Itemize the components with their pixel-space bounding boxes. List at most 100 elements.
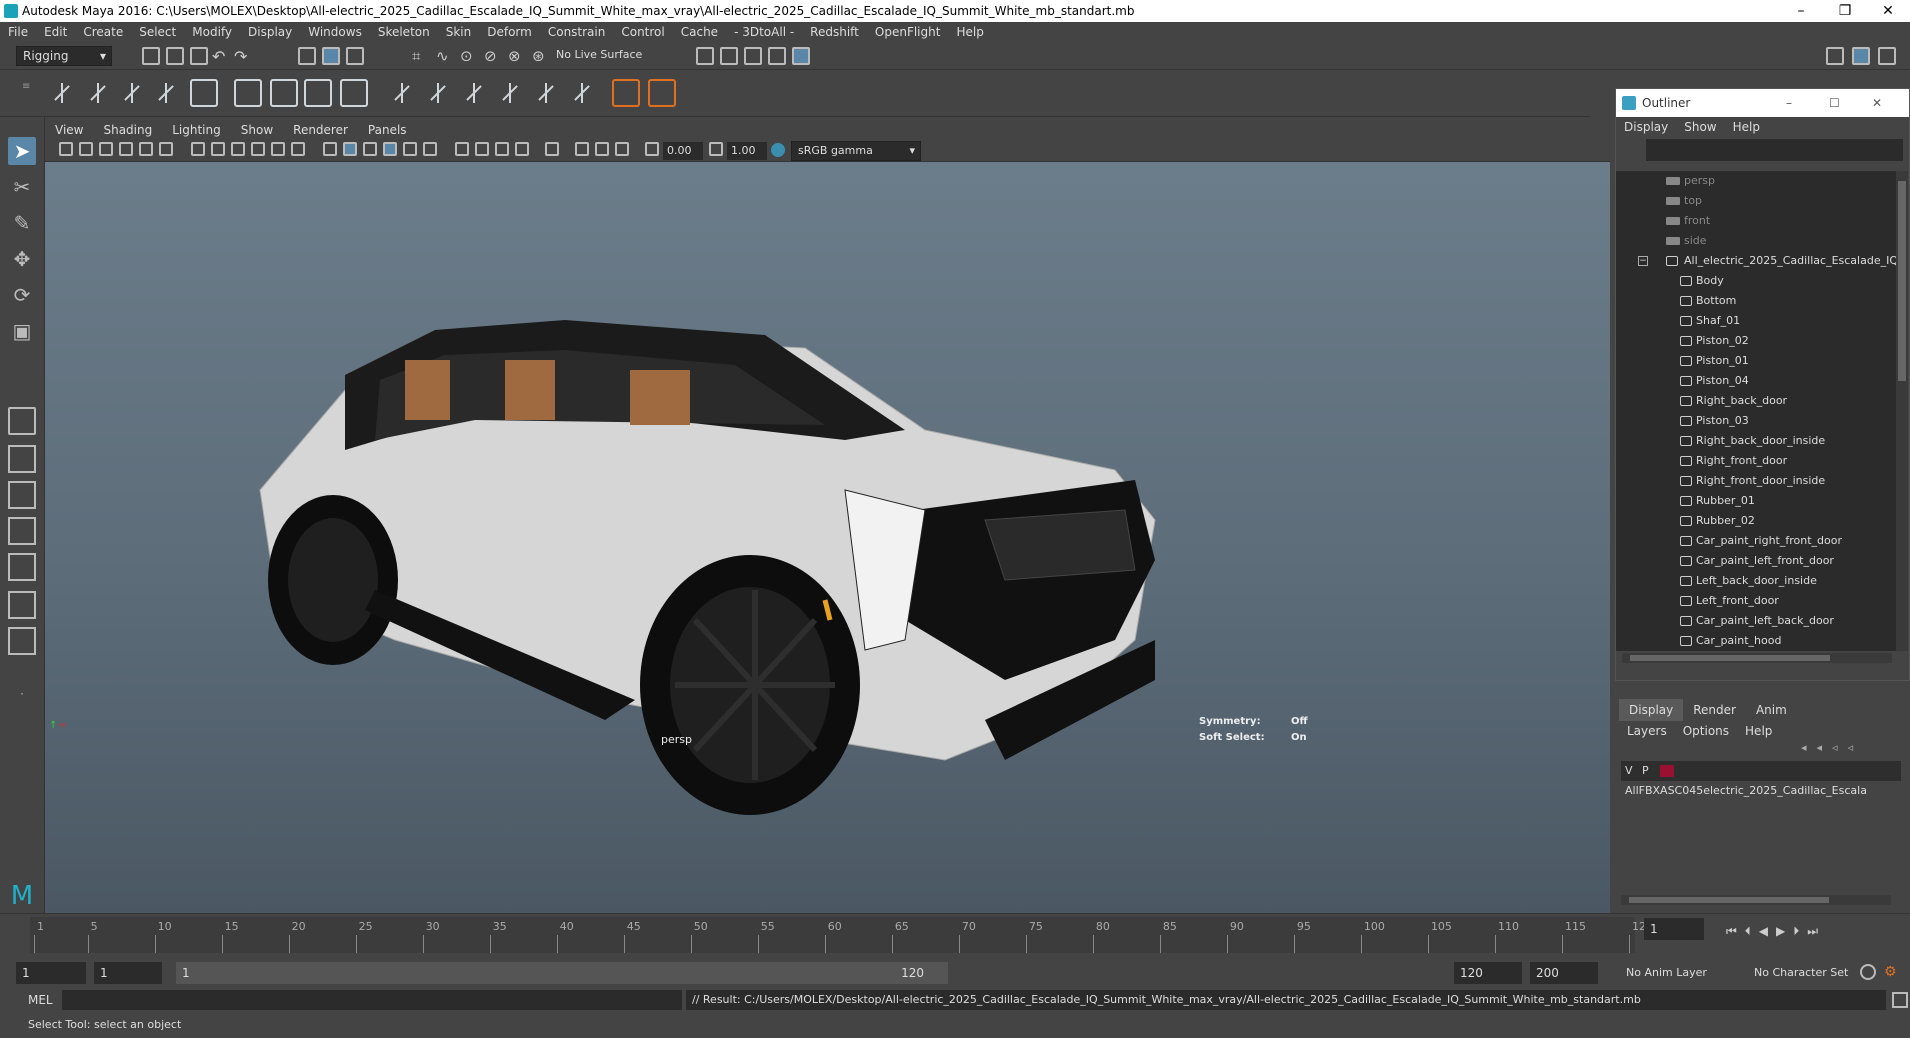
command-language-label[interactable]: MEL [28,988,53,1012]
outliner-hscrollbar[interactable] [1622,653,1892,663]
undo-icon[interactable]: ↶ [212,47,230,66]
wireframe-on-shaded-icon[interactable] [363,142,377,156]
layer-playback-toggle[interactable]: P [1636,764,1649,777]
menu-select[interactable]: Select [131,22,184,43]
smooth-shade-icon[interactable] [343,142,357,156]
xray-components-icon[interactable] [615,142,629,156]
move-tool-icon[interactable]: ✥ [8,247,36,275]
motion-blur-icon[interactable] [475,142,489,156]
outliner-mesh-item[interactable]: Right_front_door_inside [1616,471,1896,491]
menu-skin[interactable]: Skin [438,22,480,43]
safe-action-icon[interactable] [291,142,305,156]
vp-menu-view[interactable]: View [45,120,83,140]
outliner-close-button[interactable]: ✕ [1872,89,1882,117]
menu-modify[interactable]: Modify [184,22,240,43]
anim-prefs-icon[interactable]: ⚙ [1884,964,1900,980]
time-slider[interactable]: 1 5 10 15 20 25 30 35 40 45 50 55 60 65 70 75 80 85 90 95 10… [0,913,1910,958]
playback-end-field[interactable]: 120 [1454,962,1522,984]
wrap-deformer-icon[interactable] [304,79,332,107]
menu-file[interactable]: File [0,22,36,43]
menu-create[interactable]: Create [75,22,131,43]
outliner-maximize-button[interactable]: ☐ [1829,89,1840,117]
gamma-icon[interactable] [709,142,723,156]
shadows-icon[interactable] [423,142,437,156]
layer-name[interactable]: AllFBXASC045electric_2025_Cadillac_Escal… [1621,784,1867,797]
outliner-group-item[interactable]: − All_electric_2025_Cadillac_Escalade_IQ_… [1616,251,1896,271]
layer-visibility-toggle[interactable]: V [1621,764,1633,777]
isolate-select-icon[interactable] [545,142,559,156]
redo-icon[interactable]: ↷ [234,47,252,66]
start-frame-field[interactable]: 1 [16,962,86,984]
exposure-icon[interactable] [645,142,659,156]
playback-controls[interactable]: ⏮⏴◀▶⏵⏭ [1726,924,1826,939]
select-hierarchy-icon[interactable] [298,47,316,65]
layer-menu-options[interactable]: Options [1675,724,1737,738]
outliner-camera-item[interactable]: persp [1616,171,1896,191]
outliner-camera-item[interactable]: side [1616,231,1896,251]
close-button[interactable]: ✕ [1866,0,1910,22]
outliner-mesh-item[interactable]: Rubber_02 [1616,511,1896,531]
persp-outliner-layout-icon[interactable] [8,481,36,509]
render-settings-icon[interactable] [768,47,786,65]
outliner-mesh-item[interactable]: Right_back_door_inside [1616,431,1896,451]
paint-select-icon[interactable]: ✎ [8,211,36,239]
orient-constraint-icon[interactable] [460,79,488,107]
gamma-field[interactable]: 1.00 [727,142,767,160]
ik-spline-icon[interactable] [118,79,146,107]
view-transform-dropdown[interactable]: sRGB gamma ▾ [791,141,921,161]
save-scene-icon[interactable] [190,47,208,65]
select-component-icon[interactable] [346,47,364,65]
annotation-icon[interactable] [648,79,676,107]
outliner-mesh-item[interactable]: Body [1616,271,1896,291]
blend-shape-icon[interactable] [340,79,368,107]
outliner-hscroll-thumb[interactable] [1630,655,1830,661]
menu-windows[interactable]: Windows [300,22,370,43]
range-bar[interactable]: 1 120 [176,962,948,984]
script-editor-icon[interactable] [1892,992,1908,1008]
channel-box-toggle-icon[interactable] [1878,47,1896,65]
textured-icon[interactable] [383,142,397,156]
persp-hypershade-layout-icon[interactable] [8,553,36,581]
anti-aliasing-icon[interactable] [495,142,509,156]
layer-hscroll-thumb[interactable] [1629,897,1829,903]
resolution-gate-icon[interactable] [231,142,245,156]
xray-joints-icon[interactable] [595,142,609,156]
menu-help[interactable]: Help [948,22,991,43]
xray-icon[interactable] [575,142,589,156]
outliner-menu-show[interactable]: Show [1676,120,1724,134]
outliner-mesh-item[interactable]: Piston_03 [1616,411,1896,431]
bind-skin-icon[interactable] [152,79,180,107]
outliner-scrollbar[interactable] [1896,171,1908,651]
outliner-mesh-item[interactable]: Right_back_door [1616,391,1896,411]
scale-constraint-icon[interactable] [496,79,524,107]
ipr-render-icon[interactable] [744,47,762,65]
snap-point-icon[interactable]: ⊙ [460,47,478,65]
aim-constraint-icon[interactable] [532,79,560,107]
menu-skeleton[interactable]: Skeleton [370,22,438,43]
cluster-icon[interactable] [270,79,298,107]
ik-handle-icon[interactable] [84,79,112,107]
snap-live-icon[interactable]: ⊛ [532,47,550,65]
lasso-tool-icon[interactable]: ✂ [8,175,36,203]
snap-curve-icon[interactable]: ∿ [436,47,454,65]
parent-constraint-icon[interactable] [388,79,416,107]
collapse-toggle-icon[interactable]: − [1638,256,1648,266]
outliner-mesh-item[interactable]: Car_paint_left_front_door [1616,551,1896,571]
layout-options-icon[interactable]: · [8,687,36,715]
field-chart-icon[interactable] [271,142,285,156]
outliner-mesh-item[interactable]: Car_paint_hood [1616,631,1896,651]
film-gate-icon[interactable] [211,142,225,156]
joint-tool-icon[interactable] [48,79,76,107]
layer-hscrollbar[interactable] [1621,895,1891,905]
outliner-mesh-item[interactable]: Rubber_01 [1616,491,1896,511]
vp-menu-panels[interactable]: Panels [358,120,407,140]
vp-menu-renderer[interactable]: Renderer [283,120,348,140]
menu-control[interactable]: Control [613,22,672,43]
outliner-mesh-item[interactable]: Piston_01 [1616,351,1896,371]
layer-menu-help[interactable]: Help [1737,724,1780,738]
outliner-scroll-thumb[interactable] [1898,181,1906,381]
bookmark-icon[interactable] [99,142,113,156]
outliner-mesh-item[interactable]: Bottom [1616,291,1896,311]
time-ruler[interactable]: 1 5 10 15 20 25 30 35 40 45 50 55 60 65 70 75 80 85 90 95 10… [30,917,1653,953]
outliner-minimize-button[interactable]: – [1786,89,1792,117]
